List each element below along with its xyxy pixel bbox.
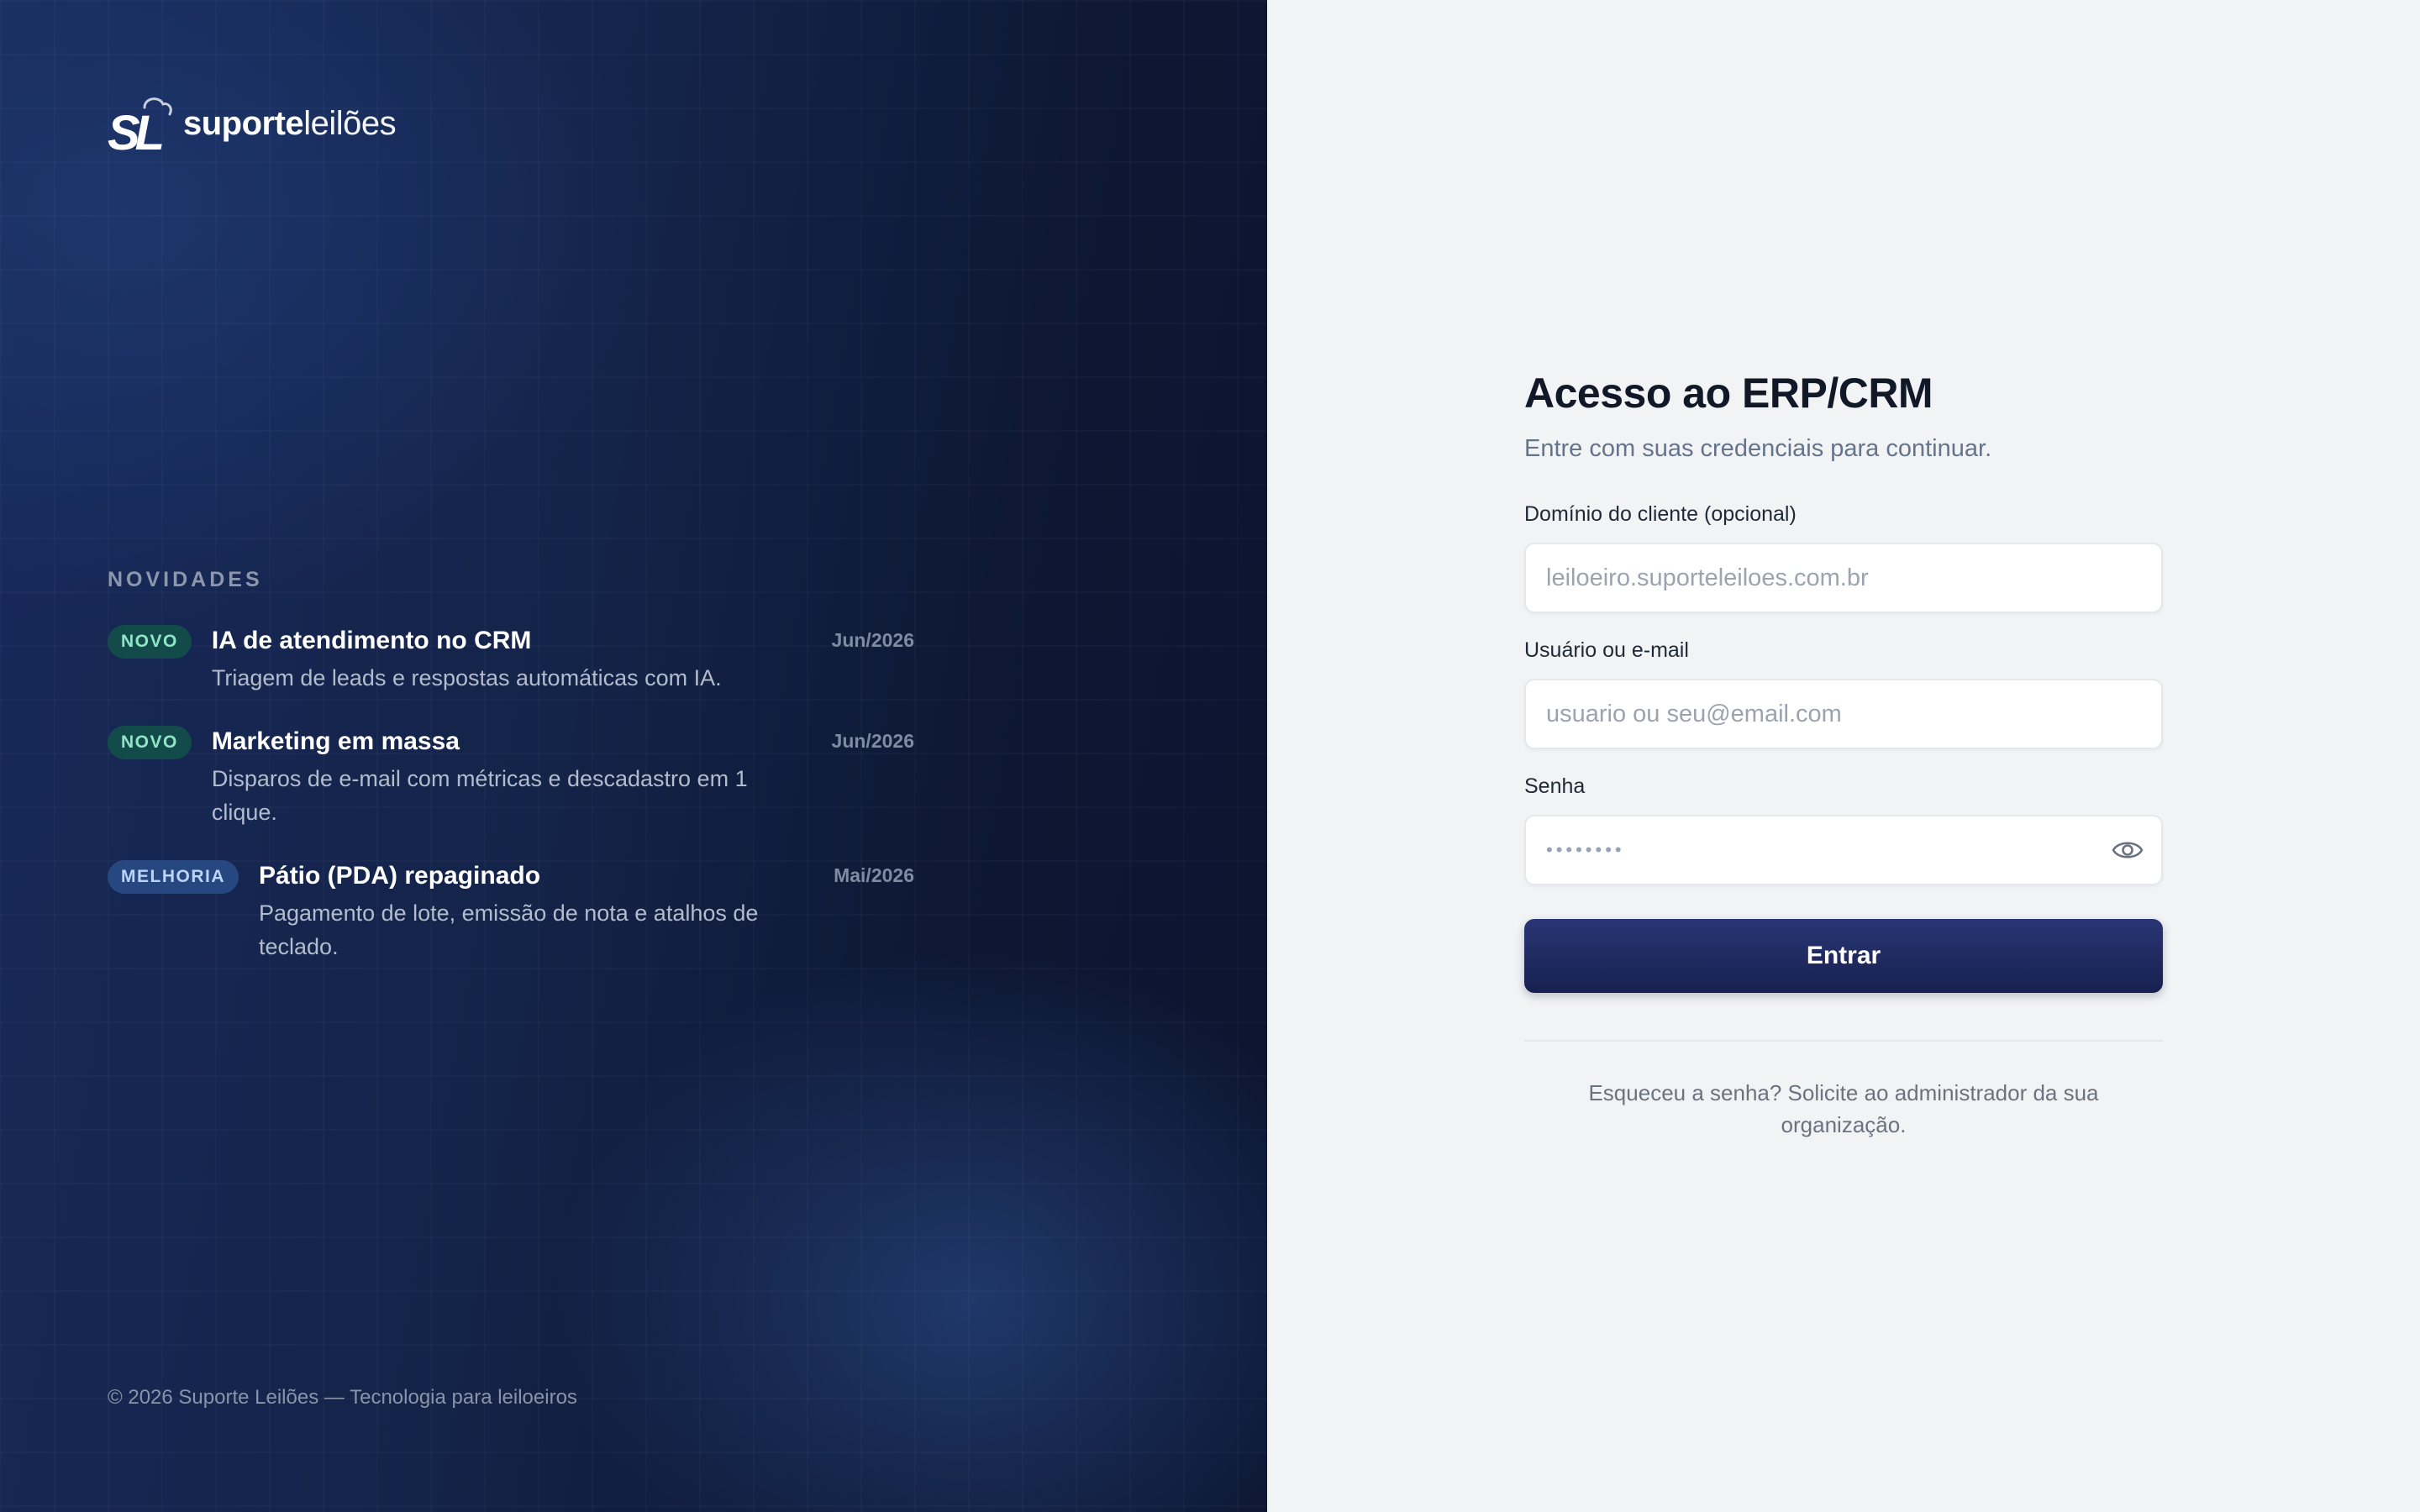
- logo-wordmark: suporte leilões: [183, 104, 397, 143]
- news-badge: NOVO: [108, 726, 192, 759]
- user-label: Usuário ou e-mail: [1524, 638, 1689, 662]
- login-form: Acesso ao ERP/CRM Entre com suas credenc…: [1524, 366, 2163, 1141]
- news-item-desc: Triagem de leads e respostas automáticas…: [211, 665, 722, 690]
- news-item-date: Mai/2026: [834, 864, 914, 886]
- domain-label: Domínio do cliente (opcional): [1524, 502, 1797, 526]
- news-item-date: Jun/2026: [831, 629, 914, 651]
- logo-name-bold: suporte: [183, 104, 304, 142]
- news-item-date: Jun/2026: [831, 730, 914, 752]
- password-label: Senha: [1524, 774, 1586, 798]
- news-item-desc: Disparos de e-mail com métricas e descad…: [211, 766, 748, 825]
- news-item-title: IA de atendimento no CRM: [211, 627, 532, 654]
- news-item-body: Marketing em massa Disparos de e-mail com…: [212, 725, 914, 829]
- news-item-title: Pátio (PDA) repaginado: [259, 862, 541, 890]
- logo-name-light: leilões: [303, 104, 397, 142]
- news-section: NOVIDADES NOVO IA de atendimento no CRM Tr…: [108, 568, 914, 994]
- branding-panel: SL suporte leilões NOVIDADES NOVO IA de at…: [0, 0, 1267, 1512]
- login-panel: Acesso ao ERP/CRM Entre com suas credenc…: [1267, 0, 2420, 1512]
- copyright: © 2026 Suporte Leilões — Tecnologia para…: [108, 1386, 577, 1409]
- news-item: MELHORIA Pátio (PDA) repaginado Pagamento …: [108, 859, 914, 963]
- news-item-body: Pátio (PDA) repaginado Pagamento de lote,…: [259, 859, 914, 963]
- news-badge: MELHORIA: [108, 860, 239, 894]
- user-field-wrap: [1524, 679, 2163, 749]
- user-input[interactable]: [1524, 679, 2163, 749]
- news-item-body: IA de atendimento no CRM Triagem de leads…: [212, 624, 914, 695]
- domain-input[interactable]: [1524, 543, 2163, 613]
- password-field-wrap: ••••••••: [1524, 815, 2163, 885]
- svg-text:SL: SL: [108, 106, 163, 153]
- divider: [1524, 1040, 2163, 1042]
- forgot-password-text: Esqueceu a senha? Solicite ao administra…: [1588, 1080, 2099, 1137]
- news-heading: NOVIDADES: [108, 568, 263, 591]
- password-input[interactable]: [1524, 815, 2163, 885]
- page-subtitle: Entre com suas credenciais para continua…: [1524, 435, 1992, 462]
- news-item-title: Marketing em massa: [211, 727, 460, 755]
- domain-field-wrap: [1524, 543, 2163, 613]
- news-list: NOVO IA de atendimento no CRM Triagem de l…: [108, 624, 914, 963]
- eye-icon[interactable]: [2111, 835, 2144, 865]
- page-title: Acesso ao ERP/CRM: [1524, 370, 1933, 417]
- submit-button[interactable]: Entrar: [1524, 919, 2163, 993]
- logo: SL suporte leilões: [108, 94, 397, 153]
- news-item-desc: Pagamento de lote, emissão de nota e ata…: [259, 900, 759, 959]
- logo-mark-icon: SL: [108, 97, 172, 153]
- news-badge: NOVO: [108, 625, 192, 659]
- news-item: NOVO IA de atendimento no CRM Triagem de l…: [108, 624, 914, 695]
- news-item: NOVO Marketing em massa Disparos de e-mail…: [108, 725, 914, 829]
